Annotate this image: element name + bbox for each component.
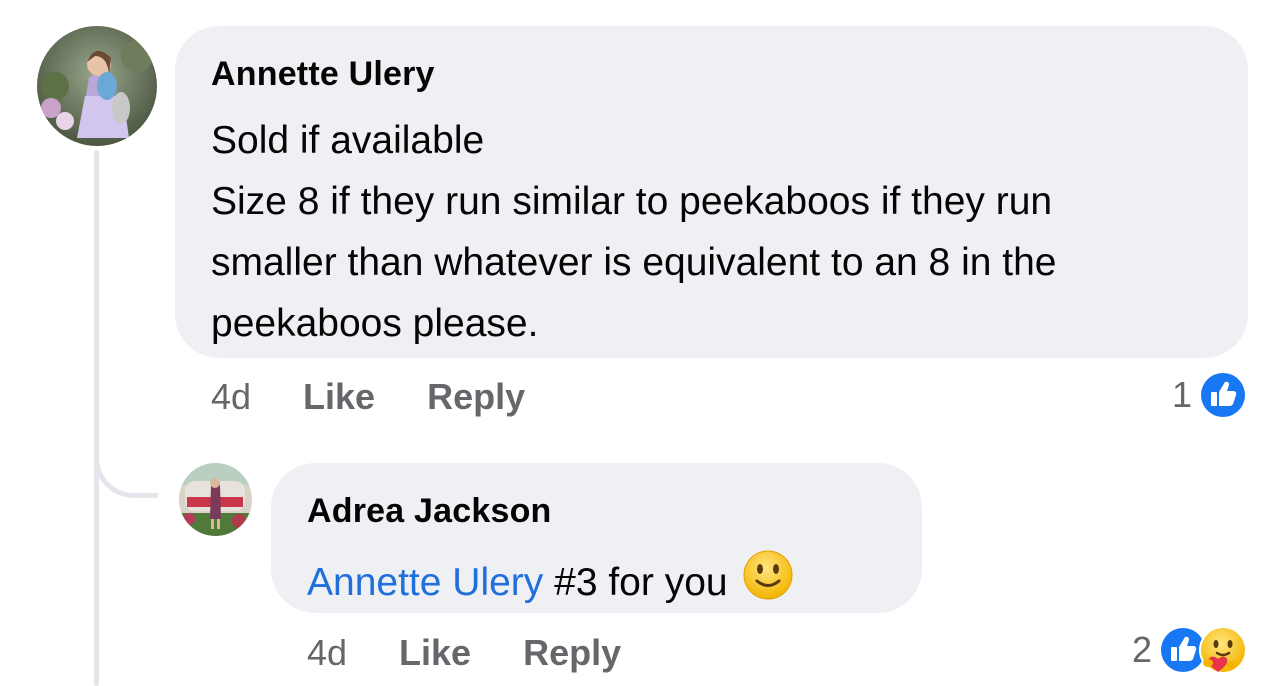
comment-line: Sold if available xyxy=(211,119,485,162)
comment-actions: 4d Like Reply xyxy=(307,632,673,674)
comment-text: Annette Ulery #3 for you xyxy=(307,549,886,619)
comment-timestamp[interactable]: 4d xyxy=(307,632,347,674)
comment-author[interactable]: Annette Ulery xyxy=(211,52,1212,96)
reaction-summary[interactable]: 2 xyxy=(1132,625,1248,675)
reaction-count: 2 xyxy=(1131,629,1152,670)
comment-timestamp[interactable]: 4d xyxy=(211,376,251,418)
comment-line: Size 8 if they run similar to peekaboos … xyxy=(211,180,1053,223)
like-button[interactable]: Like xyxy=(399,632,471,674)
slightly-smiling-face-icon xyxy=(742,549,794,619)
reaction-summary[interactable]: 1 xyxy=(1172,370,1248,420)
mention-link[interactable]: Annette Ulery xyxy=(307,561,543,604)
thread-line xyxy=(94,150,99,686)
comment-actions: 4d Like Reply xyxy=(211,376,577,418)
reply-bubble: Adrea Jackson Annette Ulery #3 for you xyxy=(271,463,922,613)
comment-author[interactable]: Adrea Jackson xyxy=(307,489,886,533)
comment-body: #3 for you xyxy=(543,561,728,604)
like-icon xyxy=(1198,370,1248,420)
comment-line: peekaboos please. xyxy=(211,302,539,345)
care-icon xyxy=(1198,625,1248,675)
avatar-adrea-jackson[interactable] xyxy=(179,463,252,536)
like-button[interactable]: Like xyxy=(303,376,375,418)
comment-text: Sold if available Size 8 if they run simi… xyxy=(211,110,1212,354)
avatar-annette-ulery[interactable] xyxy=(37,26,157,146)
reaction-count: 1 xyxy=(1171,374,1192,415)
reply-button[interactable]: Reply xyxy=(523,632,621,674)
comment-line: smaller than whatever is equivalent to a… xyxy=(211,241,1057,284)
reply-connector-line xyxy=(94,420,158,498)
reply-button[interactable]: Reply xyxy=(427,376,525,418)
comment-bubble: Annette Ulery Sold if available Size 8 if… xyxy=(175,26,1248,358)
